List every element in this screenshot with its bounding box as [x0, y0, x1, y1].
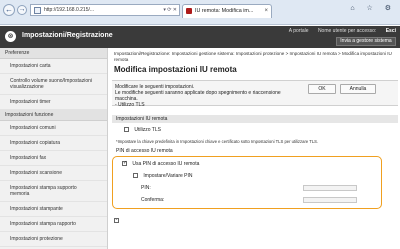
cancel-button[interactable]: Annulla — [340, 84, 376, 94]
set-pin-row: Impostare/Variare PIN — [133, 173, 192, 179]
sidebar-item-security[interactable]: Impostazioni protezione — [0, 232, 107, 247]
use-tls-label: Utilizzo TLS — [134, 127, 161, 133]
breadcrumb: Impostazioni/Registrazione: Impostazioni… — [114, 51, 392, 62]
use-pin-label: Usa PIN di accesso IU remota — [132, 161, 200, 167]
pin-label: PIN: — [141, 185, 151, 191]
use-pin-checkbox[interactable] — [122, 160, 127, 167]
sidebar: Preferenze Impostazioni carta Controllo … — [0, 48, 108, 249]
tab-title: IU remota: Modifica im... — [195, 8, 254, 14]
app-header: ⊗ Impostazioni/Registrazione A portale N… — [0, 26, 400, 48]
section-remote-ui: Impostazioni IU remota — [112, 115, 398, 123]
confirm-pin-input[interactable] — [303, 197, 357, 203]
tab-close-icon[interactable]: × — [264, 5, 268, 17]
browser-toolbar: ← → http://192.168.0.215/... ▾ ⟳ ✕ IU re… — [0, 0, 400, 25]
address-text: http://192.168.0.215/... — [44, 7, 95, 13]
sidebar-item-volume-display[interactable]: Controllo volume suono/Impostazioni visu… — [0, 74, 107, 95]
tls-note: *Impostare la chiave predefinita in Impo… — [116, 139, 319, 144]
user-label: Nome utente per accesso: — [317, 28, 377, 34]
sidebar-item-report-print[interactable]: Impostazioni stampa rapporto — [0, 217, 107, 232]
use-tls-row: Utilizzo TLS — [124, 127, 161, 133]
back-button[interactable]: ← — [3, 4, 15, 16]
set-pin-label: Impostare/Variare PIN — [143, 173, 193, 179]
sidebar-item-paper[interactable]: Impostazioni carta — [0, 59, 107, 74]
send-to-admin-button[interactable]: Invia a gestore sistema — [336, 37, 396, 46]
address-bar[interactable]: http://192.168.0.215/... ▾ ⟳ ✕ — [30, 4, 180, 16]
pin-settings-highlight: Usa PIN di accesso IU remota Impostare/V… — [112, 156, 382, 209]
sidebar-item-fax[interactable]: Impostazioni fax — [0, 151, 107, 166]
sidebar-item-printer[interactable]: Impostazioni stampante — [0, 202, 107, 217]
address-controls[interactable]: ▾ ⟳ ✕ — [163, 5, 177, 15]
portal-link[interactable]: A portale — [289, 28, 309, 34]
confirm-label: Conferma: — [141, 197, 165, 203]
pin-input[interactable] — [303, 185, 357, 191]
sidebar-item-scan[interactable]: Impostazioni scansione — [0, 166, 107, 181]
page-title: Modifica impostazioni IU remota — [114, 65, 237, 74]
sidebar-item-common[interactable]: Impostazioni comuni — [0, 121, 107, 136]
forward-button[interactable]: → — [17, 5, 27, 15]
use-pin-row: Usa PIN di accesso IU remota — [122, 160, 200, 167]
top-links: A portale Nome utente per accesso: Esci — [281, 28, 396, 34]
description-box: Modificare le seguenti impostazioni. Le … — [112, 80, 398, 108]
settings-logo-icon: ⊗ — [5, 31, 16, 42]
logout-link[interactable]: Esci — [386, 28, 396, 34]
app-title: Impostazioni/Registrazione — [22, 32, 113, 39]
browser-tab[interactable]: IU remota: Modifica im... × — [182, 4, 272, 18]
browser-icons[interactable]: ⌂ ☆ ⚙ — [350, 4, 396, 12]
main-content: Impostazioni/Registrazione: Impostazioni… — [112, 48, 400, 249]
collapse-icon[interactable]: - — [114, 218, 119, 223]
sidebar-section-functions: Impostazioni funzione — [0, 110, 107, 121]
sidebar-item-timer[interactable]: Impostazioni timer — [0, 95, 107, 110]
favicon-icon — [186, 8, 192, 14]
description-text: Modificare le seguenti impostazioni. Le … — [115, 84, 281, 108]
use-tls-checkbox[interactable] — [124, 127, 129, 133]
ok-button[interactable]: OK — [308, 84, 336, 94]
sidebar-item-copy[interactable]: Impostazioni copiatura — [0, 136, 107, 151]
page-icon — [34, 7, 41, 14]
sidebar-section-preferences: Preferenze — [0, 48, 107, 59]
sidebar-item-memory-print[interactable]: Impostazioni stampa supporto memoria — [0, 181, 107, 202]
pin-section-title: PIN di accesso IU remota — [116, 148, 173, 154]
set-pin-checkbox[interactable] — [133, 173, 138, 179]
